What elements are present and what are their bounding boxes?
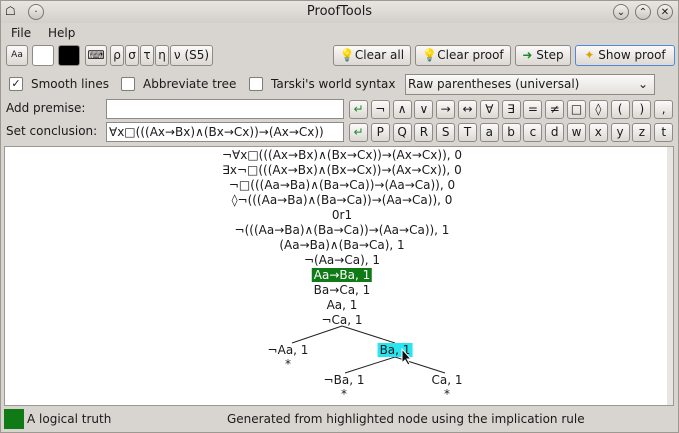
row1-key-6[interactable]: ∀	[479, 100, 499, 119]
branch-line-left	[291, 325, 343, 344]
bulb-icon: 💡	[422, 48, 438, 62]
row2-key-7[interactable]: b	[501, 123, 521, 142]
chevron-down-icon: ⌄	[637, 77, 648, 91]
row2-key-9[interactable]: d	[545, 123, 565, 142]
menubar: File Help	[1, 23, 678, 43]
parentheses-select[interactable]: Raw parentheses (universal) ⌄	[405, 74, 655, 95]
closed-branch-mark: *	[285, 357, 291, 371]
maximize-button[interactable]: ⌃	[635, 4, 651, 20]
row2-key-5[interactable]: T	[458, 123, 477, 142]
row1-key-5[interactable]: ↔	[458, 100, 477, 119]
toolbar: Aa ⌨ ρ σ τ η ν (S5) 💡Clear all 💡Clear pr…	[1, 45, 678, 69]
black-color-button[interactable]	[58, 45, 80, 66]
row1-key-10[interactable]: □	[567, 100, 586, 119]
step-button[interactable]: ➜ Step	[515, 45, 571, 66]
row1-key-9[interactable]: ≠	[545, 100, 565, 119]
premise-label: Add premise:	[6, 101, 86, 115]
tree-node-left-branch[interactable]: ¬Aa, 1	[268, 343, 309, 357]
abbreviate-tree-checkbox[interactable]	[121, 77, 135, 91]
mouse-cursor-icon	[401, 348, 413, 366]
row1-key-12[interactable]: (	[610, 100, 630, 119]
wand-icon: ✦	[584, 48, 595, 62]
font-button[interactable]: Aa	[6, 45, 28, 66]
menu-file[interactable]: File	[11, 26, 31, 40]
row1-key-0[interactable]: ↵	[349, 100, 368, 119]
minimize-button[interactable]: ⌄	[613, 4, 629, 20]
clear-all-button[interactable]: 💡Clear all	[333, 45, 411, 66]
row2-key-11[interactable]: x	[588, 123, 608, 142]
vertical-scrollbar[interactable]	[667, 147, 673, 405]
close-button[interactable]: ✕	[657, 4, 673, 20]
tau-button[interactable]: τ	[140, 45, 154, 66]
row1-key-3[interactable]: ∨	[414, 100, 434, 119]
rho-button[interactable]: ρ	[110, 45, 124, 66]
row2-key-6[interactable]: a	[479, 123, 499, 142]
sigma-button[interactable]: σ	[125, 45, 139, 66]
tarski-checkbox[interactable]	[249, 77, 263, 91]
clear-proof-button[interactable]: 💡Clear proof	[415, 45, 511, 66]
logical-truth-swatch	[4, 409, 24, 429]
window-title: ProofTools	[306, 4, 373, 19]
closed-branch-mark: *	[341, 387, 347, 401]
row2-key-13[interactable]: z	[632, 123, 652, 142]
row1-key-13[interactable]: )	[632, 100, 652, 119]
app-window: ☖ · ProofTools ⌄ ⌃ ✕ File Help Aa ⌨ ρ σ …	[0, 0, 679, 433]
arrow-right-icon: ➜	[522, 48, 533, 62]
row2-key-10[interactable]: w	[567, 123, 586, 142]
row2-key-3[interactable]: R	[414, 123, 434, 142]
branch-line-left-sub	[344, 356, 396, 374]
tarski-label: Tarski's world syntax	[271, 77, 396, 91]
eta-button[interactable]: η	[155, 45, 169, 66]
premise-input[interactable]	[106, 99, 344, 119]
white-color-button[interactable]	[32, 45, 54, 66]
row1-key-11[interactable]: ◊	[588, 100, 608, 119]
row1-key-1[interactable]: ¬	[370, 100, 390, 119]
row2-key-0[interactable]: ↵	[349, 123, 368, 142]
conclusion-row: Set conclusion: ∀x□(((Ax→Bx)∧(Bx→Cx))→(A…	[1, 122, 678, 144]
nu-s5-button[interactable]: ν (S5)	[170, 45, 213, 66]
titlebar: ☖ · ProofTools ⌄ ⌃ ✕	[1, 1, 678, 23]
keyboard-icon[interactable]: ⌨	[85, 45, 107, 66]
row2-key-12[interactable]: y	[610, 123, 630, 142]
row2-key-4[interactable]: S	[436, 123, 456, 142]
conclusion-label: Set conclusion:	[6, 124, 98, 138]
smooth-lines-label: Smooth lines	[31, 77, 110, 91]
row2-key-1[interactable]: P	[370, 123, 390, 142]
status-message: Generated from highlighted node using th…	[227, 412, 585, 426]
premise-row: Add premise: ↵ ¬ ∧ ∨ → ↔ ∀ ∃ = ≠ □ ◊(),	[1, 99, 678, 121]
tree-node-right-sub[interactable]: Ca, 1	[432, 373, 463, 387]
conclusion-input[interactable]: ∀x□(((Ax→Bx)∧(Bx→Cx))→(Ax→Cx))	[106, 122, 344, 142]
status-bar: A logical truth Generated from highlight…	[1, 407, 678, 432]
row1-key-7[interactable]: ∃	[501, 100, 521, 119]
closed-branch-mark: *	[444, 387, 450, 401]
tree-node-left-sub[interactable]: ¬Ba, 1	[324, 373, 365, 387]
branch-line-right	[341, 325, 396, 344]
tree-branch-lines	[291, 325, 446, 374]
row1-key-2[interactable]: ∧	[392, 100, 412, 119]
show-proof-button[interactable]: ✦ Show proof	[575, 45, 675, 66]
bulb-icon: 💡	[339, 48, 355, 62]
row1-key-8[interactable]: =	[523, 100, 543, 119]
abbreviate-tree-label: Abbreviate tree	[143, 77, 237, 91]
row1-key-14[interactable]: ,	[654, 100, 674, 119]
smooth-lines-checkbox[interactable]: ✓	[9, 77, 23, 91]
proof-tree-canvas[interactable]: ¬∀x□(((Ax→Bx)∧(Bx→Cx))→(Ax→Cx)), 0 ∃x¬□((…	[4, 146, 674, 406]
status-legend: A logical truth	[27, 412, 112, 426]
row2-key-8[interactable]: c	[523, 123, 543, 142]
options-row: ✓ Smooth lines Abbreviate tree Tarski's …	[1, 73, 678, 97]
menu-help[interactable]: Help	[48, 26, 75, 40]
row1-key-4[interactable]: →	[436, 100, 456, 119]
row2-key-14[interactable]: t	[654, 123, 674, 142]
row2-key-2[interactable]: Q	[392, 123, 412, 142]
